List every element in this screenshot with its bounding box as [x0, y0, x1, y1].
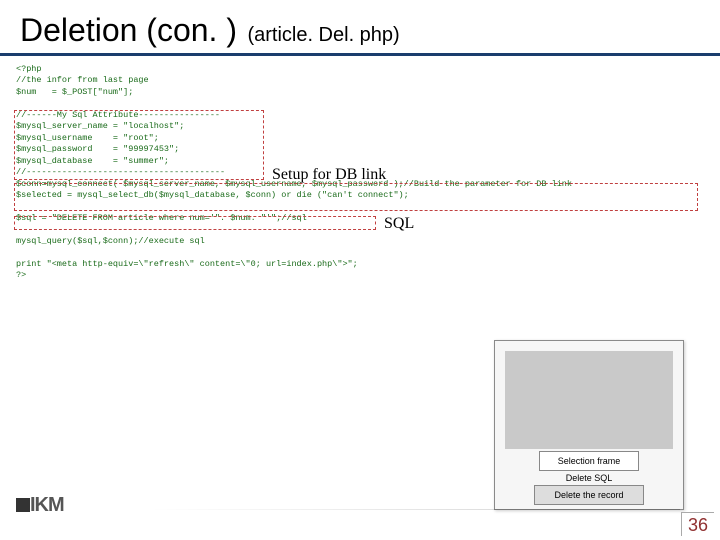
annotation-sql: SQL — [384, 213, 414, 235]
slide-title-sub: (article. Del. php) — [247, 24, 399, 46]
code-line: $sql = "DELETE FROM article where num='"… — [16, 213, 307, 223]
logo-text: IKM — [30, 494, 64, 517]
code-line: ?> — [16, 270, 26, 280]
code-line: $num = $_POST["num"]; — [16, 87, 133, 97]
code-line: $mysql_username = "root"; — [16, 133, 159, 143]
slide-title-main: Deletion (con. ) — [20, 12, 237, 48]
code-line: $mysql_server_name = "localhost"; — [16, 121, 184, 131]
page-number: 36 — [681, 512, 714, 536]
thumb-step-deleterecord: Delete the record — [534, 485, 644, 505]
annotation-setup: Setup for DB link — [272, 164, 386, 186]
logo-square-icon — [16, 498, 30, 512]
code-line: //--------------------------------------… — [16, 167, 225, 177]
code-line: <?php — [16, 64, 42, 74]
thumbnail-flow: Selection frame Delete SQL Delete the re… — [494, 340, 684, 510]
thumb-step-selection: Selection frame — [539, 451, 639, 471]
thumbnail-bg — [505, 351, 673, 449]
footer-divider — [150, 509, 680, 510]
code-line: $selected = mysql_select_db($mysql_datab… — [16, 190, 409, 200]
code-line: //------My Sql Attribute---------------- — [16, 110, 220, 120]
code-line: $mysql_password = "99997453"; — [16, 144, 179, 154]
code-line: $mysql_database = "summer"; — [16, 156, 169, 166]
code-line: mysql_query($sql,$conn);//execute sql — [16, 236, 205, 246]
code-block: <?php //the infor from last page $num = … — [0, 56, 720, 351]
code-line: print "<meta http-equiv=\"refresh\" cont… — [16, 259, 358, 269]
code-line: //the infor from last page — [16, 75, 149, 85]
footer-logo: IKM — [16, 488, 146, 522]
